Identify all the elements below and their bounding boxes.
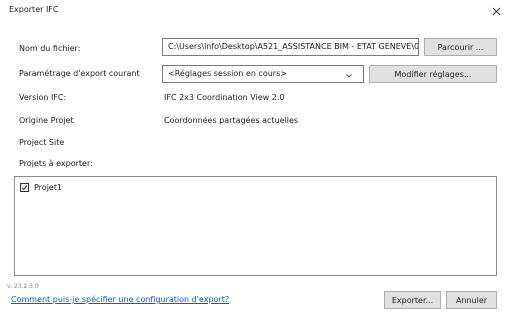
project-checkbox[interactable] <box>20 183 29 192</box>
modify-settings-button[interactable]: Modifier réglages... <box>369 65 497 83</box>
cancel-button[interactable]: Annuler <box>446 291 497 309</box>
project-site-label: Project Site <box>19 138 65 147</box>
chevron-down-icon <box>346 71 352 80</box>
version-text: v. 23.2.3.0 <box>7 283 39 290</box>
close-icon[interactable] <box>487 2 505 20</box>
projects-list[interactable]: Projet1 <box>14 176 497 276</box>
title-bar: Exporter IFC <box>0 0 507 22</box>
filename-value: C:\Users\info\Desktop\A521_ASSISTANCE BI… <box>168 42 419 51</box>
dialog-title: Exporter IFC <box>9 5 59 14</box>
export-setup-value: <Réglages session en cours> <box>168 69 287 78</box>
export-ifc-dialog: Exporter IFC Nom du fichier: C:\Users\in… <box>0 0 507 312</box>
project-origin-value: Coordonnées partagées actuelles <box>164 116 299 125</box>
projects-to-export-label: Projets à exporter: <box>19 159 93 168</box>
filename-label: Nom du fichier: <box>19 44 81 53</box>
list-item[interactable]: Projet1 <box>20 183 62 192</box>
browse-button[interactable]: Parcourir ... <box>424 38 497 56</box>
export-setup-select[interactable]: <Réglages session en cours> <box>162 65 364 83</box>
ifc-version-value: IFC 2x3 Coordination View 2.0 <box>164 93 285 102</box>
filename-field[interactable]: C:\Users\info\Desktop\A521_ASSISTANCE BI… <box>162 38 419 56</box>
export-button[interactable]: Exporter... <box>384 291 441 309</box>
project-name: Projet1 <box>34 183 63 192</box>
help-link[interactable]: Comment puis-je spécifier une configurat… <box>11 295 229 304</box>
export-setup-label: Paramétrage d'export courant <box>19 69 140 78</box>
project-origin-label: Origine Projet <box>19 116 74 125</box>
check-icon <box>21 185 28 191</box>
ifc-version-label: Version IFC: <box>19 93 67 102</box>
